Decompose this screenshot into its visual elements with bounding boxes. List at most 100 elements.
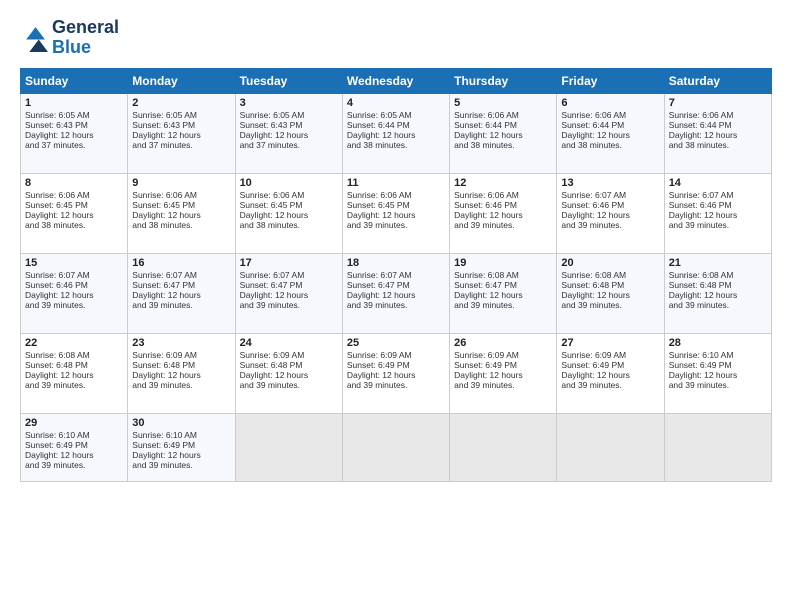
day-info-line: and 38 minutes. — [561, 140, 659, 150]
calendar-cell: 16Sunrise: 6:07 AMSunset: 6:47 PMDayligh… — [128, 253, 235, 333]
day-info-line: Sunrise: 6:06 AM — [454, 110, 552, 120]
day-info-line: Daylight: 12 hours — [132, 290, 230, 300]
day-info-line: Daylight: 12 hours — [561, 210, 659, 220]
day-info-line: Sunset: 6:49 PM — [347, 360, 445, 370]
day-info-line: and 39 minutes. — [25, 380, 123, 390]
day-info-line: Daylight: 12 hours — [561, 370, 659, 380]
day-info-line: and 38 minutes. — [240, 220, 338, 230]
day-info-line: Daylight: 12 hours — [132, 450, 230, 460]
day-number: 18 — [347, 257, 445, 269]
day-info-line: Daylight: 12 hours — [25, 210, 123, 220]
calendar-cell — [450, 413, 557, 481]
day-info-line: Daylight: 12 hours — [240, 210, 338, 220]
day-number: 28 — [669, 337, 767, 349]
day-number: 14 — [669, 177, 767, 189]
day-number: 26 — [454, 337, 552, 349]
day-info-line: Sunrise: 6:09 AM — [132, 350, 230, 360]
day-info-line: and 38 minutes. — [669, 140, 767, 150]
day-info-line: Daylight: 12 hours — [240, 370, 338, 380]
calendar-week-row: 15Sunrise: 6:07 AMSunset: 6:46 PMDayligh… — [21, 253, 772, 333]
day-number: 7 — [669, 97, 767, 109]
day-info-line: Daylight: 12 hours — [25, 130, 123, 140]
day-info-line: and 38 minutes. — [347, 140, 445, 150]
day-info-line: Sunset: 6:47 PM — [240, 280, 338, 290]
calendar-cell: 24Sunrise: 6:09 AMSunset: 6:48 PMDayligh… — [235, 333, 342, 413]
day-info-line: and 39 minutes. — [454, 380, 552, 390]
calendar-cell: 25Sunrise: 6:09 AMSunset: 6:49 PMDayligh… — [342, 333, 449, 413]
calendar-week-row: 29Sunrise: 6:10 AMSunset: 6:49 PMDayligh… — [21, 413, 772, 481]
calendar-cell: 20Sunrise: 6:08 AMSunset: 6:48 PMDayligh… — [557, 253, 664, 333]
day-info-line: Sunset: 6:47 PM — [347, 280, 445, 290]
calendar-cell: 14Sunrise: 6:07 AMSunset: 6:46 PMDayligh… — [664, 173, 771, 253]
day-info-line: Sunrise: 6:07 AM — [132, 270, 230, 280]
calendar-cell: 5Sunrise: 6:06 AMSunset: 6:44 PMDaylight… — [450, 93, 557, 173]
day-info-line: and 39 minutes. — [454, 300, 552, 310]
day-info-line: Sunset: 6:49 PM — [454, 360, 552, 370]
day-info-line: and 39 minutes. — [25, 460, 123, 470]
calendar-cell: 2Sunrise: 6:05 AMSunset: 6:43 PMDaylight… — [128, 93, 235, 173]
day-info-line: Sunrise: 6:06 AM — [132, 190, 230, 200]
calendar-cell: 23Sunrise: 6:09 AMSunset: 6:48 PMDayligh… — [128, 333, 235, 413]
day-info-line: Sunrise: 6:08 AM — [25, 350, 123, 360]
logo-text: General Blue — [52, 18, 119, 58]
day-info-line: Daylight: 12 hours — [347, 210, 445, 220]
day-info-line: and 39 minutes. — [454, 220, 552, 230]
day-info-line: Sunset: 6:46 PM — [25, 280, 123, 290]
header: General Blue — [20, 18, 772, 58]
day-info-line: Sunset: 6:48 PM — [25, 360, 123, 370]
day-info-line: Sunrise: 6:06 AM — [25, 190, 123, 200]
day-info-line: Sunrise: 6:05 AM — [347, 110, 445, 120]
calendar-cell: 13Sunrise: 6:07 AMSunset: 6:46 PMDayligh… — [557, 173, 664, 253]
day-header-wednesday: Wednesday — [342, 68, 449, 93]
day-info-line: Sunrise: 6:07 AM — [25, 270, 123, 280]
day-number: 27 — [561, 337, 659, 349]
calendar-cell: 10Sunrise: 6:06 AMSunset: 6:45 PMDayligh… — [235, 173, 342, 253]
calendar-cell: 19Sunrise: 6:08 AMSunset: 6:47 PMDayligh… — [450, 253, 557, 333]
day-number: 29 — [25, 417, 123, 429]
calendar-cell: 3Sunrise: 6:05 AMSunset: 6:43 PMDaylight… — [235, 93, 342, 173]
day-info-line: and 39 minutes. — [347, 300, 445, 310]
day-info-line: Sunset: 6:44 PM — [669, 120, 767, 130]
calendar-week-row: 8Sunrise: 6:06 AMSunset: 6:45 PMDaylight… — [21, 173, 772, 253]
calendar-cell: 21Sunrise: 6:08 AMSunset: 6:48 PMDayligh… — [664, 253, 771, 333]
day-info-line: Sunrise: 6:06 AM — [347, 190, 445, 200]
page: General Blue SundayMondayTuesdayWednesda… — [0, 0, 792, 612]
calendar-cell: 11Sunrise: 6:06 AMSunset: 6:45 PMDayligh… — [342, 173, 449, 253]
day-info-line: Sunset: 6:44 PM — [454, 120, 552, 130]
day-info-line: Daylight: 12 hours — [454, 130, 552, 140]
day-number: 1 — [25, 97, 123, 109]
day-info-line: Sunrise: 6:07 AM — [669, 190, 767, 200]
day-number: 6 — [561, 97, 659, 109]
calendar-cell: 7Sunrise: 6:06 AMSunset: 6:44 PMDaylight… — [664, 93, 771, 173]
day-info-line: Daylight: 12 hours — [669, 130, 767, 140]
day-info-line: Sunrise: 6:06 AM — [561, 110, 659, 120]
day-info-line: Daylight: 12 hours — [132, 210, 230, 220]
day-info-line: and 37 minutes. — [25, 140, 123, 150]
day-info-line: Daylight: 12 hours — [561, 290, 659, 300]
day-info-line: Sunrise: 6:06 AM — [669, 110, 767, 120]
calendar-cell: 30Sunrise: 6:10 AMSunset: 6:49 PMDayligh… — [128, 413, 235, 481]
calendar-cell: 27Sunrise: 6:09 AMSunset: 6:49 PMDayligh… — [557, 333, 664, 413]
day-info-line: and 39 minutes. — [132, 300, 230, 310]
day-number: 13 — [561, 177, 659, 189]
day-info-line: Sunset: 6:48 PM — [240, 360, 338, 370]
day-number: 24 — [240, 337, 338, 349]
day-info-line: Sunset: 6:43 PM — [132, 120, 230, 130]
day-info-line: Daylight: 12 hours — [561, 130, 659, 140]
day-header-saturday: Saturday — [664, 68, 771, 93]
calendar-table: SundayMondayTuesdayWednesdayThursdayFrid… — [20, 68, 772, 482]
calendar-cell: 28Sunrise: 6:10 AMSunset: 6:49 PMDayligh… — [664, 333, 771, 413]
day-number: 20 — [561, 257, 659, 269]
day-info-line: Sunrise: 6:09 AM — [240, 350, 338, 360]
day-header-thursday: Thursday — [450, 68, 557, 93]
day-number: 10 — [240, 177, 338, 189]
day-info-line: Daylight: 12 hours — [347, 290, 445, 300]
calendar-cell — [235, 413, 342, 481]
day-info-line: Sunrise: 6:09 AM — [561, 350, 659, 360]
day-info-line: Sunrise: 6:08 AM — [454, 270, 552, 280]
calendar-week-row: 22Sunrise: 6:08 AMSunset: 6:48 PMDayligh… — [21, 333, 772, 413]
day-info-line: Sunset: 6:48 PM — [561, 280, 659, 290]
calendar-cell: 15Sunrise: 6:07 AMSunset: 6:46 PMDayligh… — [21, 253, 128, 333]
calendar-cell: 29Sunrise: 6:10 AMSunset: 6:49 PMDayligh… — [21, 413, 128, 481]
day-info-line: Sunset: 6:45 PM — [347, 200, 445, 210]
